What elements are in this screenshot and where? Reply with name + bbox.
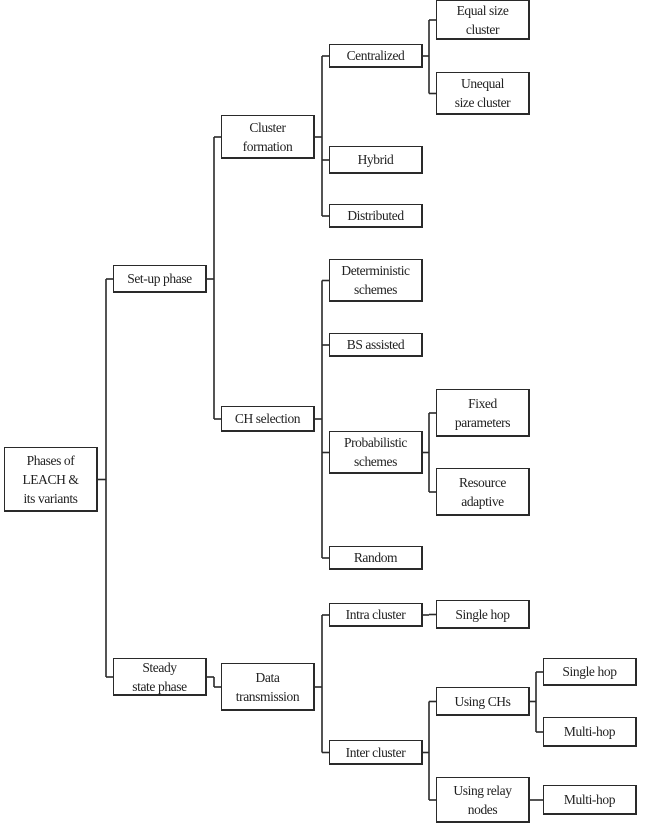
node-distributed: Distributed (329, 204, 423, 228)
node-usingch: Using CHs (436, 687, 530, 716)
node-chmulti: Multi-hop (543, 717, 637, 747)
node-inter: Inter cluster (329, 740, 423, 765)
node-intrasingle: Single hop (436, 600, 530, 629)
node-relaymulti: Multi-hop (543, 785, 637, 815)
node-random: Random (329, 546, 423, 570)
leach-phases-diagram: Phases of LEACH & its variants Set-up pha… (0, 0, 657, 839)
node-bsassisted: BS assisted (329, 333, 423, 357)
node-setup: Set-up phase (113, 265, 207, 293)
node-hybrid: Hybrid (329, 146, 423, 174)
node-probabilistic: Probabilistic schemes (329, 431, 423, 474)
connector-layer (98, 19, 543, 801)
node-clusterformation: Cluster formation (221, 115, 315, 159)
node-intra: Intra cluster (329, 603, 423, 627)
node-unequal: Unequal size cluster (436, 72, 530, 115)
node-centralized: Centralized (329, 44, 423, 68)
node-chselection: CH selection (221, 406, 315, 432)
node-deterministic: Deterministic schemes (329, 259, 423, 302)
node-steady: Steady state phase (113, 658, 207, 696)
node-datatx: Data transmission (221, 663, 315, 711)
node-chsingle: Single hop (543, 658, 637, 686)
node-resource: Resource adaptive (436, 468, 530, 516)
node-fixed: Fixed parameters (436, 389, 530, 437)
node-root: Phases of LEACH & its variants (4, 447, 98, 512)
node-equal: Equal size cluster (436, 0, 530, 40)
node-relay: Using relay nodes (436, 777, 530, 823)
